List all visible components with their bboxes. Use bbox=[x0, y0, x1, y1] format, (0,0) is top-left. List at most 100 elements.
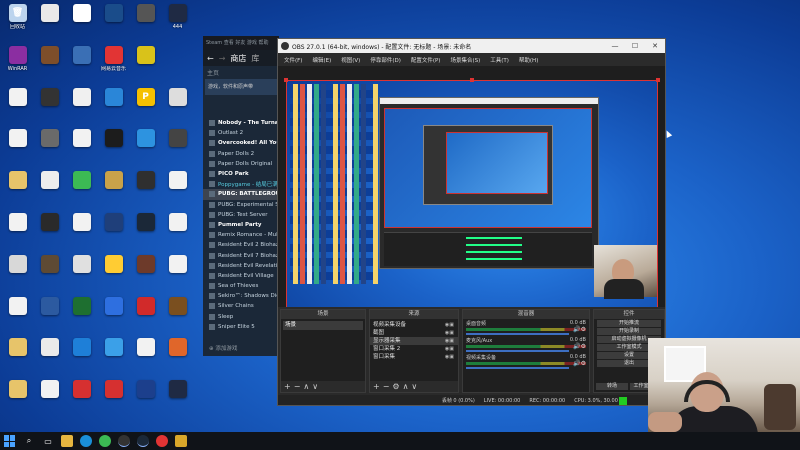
steam-game-item[interactable]: Overcooked! All You Can Eat bbox=[203, 138, 279, 148]
steam-game-item[interactable]: Sea of Thieves bbox=[203, 281, 279, 291]
source-item[interactable]: 窗口采集 2 ◉▣ bbox=[370, 345, 458, 353]
desktop-icon[interactable]: WinRAR bbox=[2, 43, 33, 85]
visibility-lock-icon[interactable]: ◉▣ bbox=[445, 329, 454, 337]
file-explorer-icon[interactable] bbox=[61, 435, 73, 447]
steam-game-item[interactable]: PUBG: Test Server bbox=[203, 210, 279, 220]
steam-game-item[interactable]: Sleep bbox=[203, 312, 279, 322]
desktop-icon[interactable] bbox=[130, 168, 161, 210]
source-item[interactable]: 视频采集设备 ◉▣ bbox=[370, 321, 458, 329]
desktop-icon[interactable] bbox=[2, 335, 33, 377]
obs-menu-item[interactable]: 帮助(H) bbox=[519, 56, 538, 64]
visibility-lock-icon[interactable]: ◉▣ bbox=[445, 345, 454, 353]
desktop-icon[interactable] bbox=[130, 210, 161, 252]
tab-library[interactable]: 库 bbox=[251, 53, 259, 64]
desktop-icon[interactable] bbox=[2, 126, 33, 168]
control-button[interactable]: 开始录制 bbox=[597, 328, 661, 335]
desktop-icon[interactable] bbox=[34, 43, 65, 85]
desktop-icon[interactable] bbox=[98, 168, 129, 210]
obs-menu-item[interactable]: 视图(V) bbox=[341, 56, 360, 64]
netease-music-taskbar-icon[interactable] bbox=[156, 435, 168, 447]
desktop-icon[interactable] bbox=[34, 1, 65, 43]
obs-menu-item[interactable]: 工具(T) bbox=[490, 56, 509, 64]
desktop-icon[interactable] bbox=[130, 43, 161, 85]
scenes-toolbar[interactable]: +−∧∨ bbox=[281, 381, 365, 392]
desktop-icon[interactable] bbox=[162, 335, 193, 377]
desktop-icon[interactable] bbox=[34, 377, 65, 419]
steam-game-item[interactable]: Resident Evil 7 Biohazard bbox=[203, 250, 279, 260]
forward-arrow-icon[interactable]: → bbox=[219, 54, 226, 63]
desktop-icon[interactable] bbox=[98, 335, 129, 377]
desktop-icon[interactable] bbox=[162, 85, 193, 127]
desktop-icon[interactable] bbox=[2, 210, 33, 252]
source-item[interactable]: 窗口采集 ◉▣ bbox=[370, 353, 458, 361]
steam-taskbar-icon[interactable] bbox=[137, 435, 149, 447]
desktop-icon[interactable] bbox=[2, 294, 33, 336]
desktop-icon[interactable] bbox=[2, 252, 33, 294]
steam-game-item[interactable]: Pummel Party bbox=[203, 220, 279, 230]
desktop-icon[interactable]: 网易云音乐 bbox=[98, 43, 129, 85]
steam-game-item[interactable]: Poppygame - 结局已满 bbox=[203, 179, 279, 189]
desktop-icon[interactable] bbox=[98, 377, 129, 419]
desktop-icon[interactable] bbox=[98, 126, 129, 168]
desktop-icon[interactable] bbox=[66, 377, 97, 419]
app-taskbar-icon[interactable] bbox=[175, 435, 187, 447]
desktop-icon[interactable] bbox=[34, 168, 65, 210]
desktop-icon[interactable] bbox=[162, 126, 193, 168]
obs-menu-item[interactable]: 停靠部件(D) bbox=[370, 56, 401, 64]
desktop-icon[interactable] bbox=[66, 335, 97, 377]
desktop-icon[interactable]: 🗑 回收站 bbox=[2, 1, 33, 43]
sources-toolbar[interactable]: +−⚙∧∨ bbox=[370, 381, 458, 392]
desktop-icon[interactable] bbox=[34, 85, 65, 127]
minimize-icon[interactable]: — bbox=[605, 39, 625, 53]
visibility-lock-icon[interactable]: ◉▣ bbox=[445, 337, 454, 345]
add-game-button[interactable]: ⊕ 添加游戏 bbox=[209, 344, 237, 352]
desktop-icon[interactable] bbox=[130, 252, 161, 294]
desktop-icon[interactable] bbox=[98, 85, 129, 127]
steam-game-item[interactable]: Remix Romance - Multiplayer bbox=[203, 230, 279, 240]
search-icon[interactable]: ⌕ bbox=[23, 435, 35, 447]
desktop-icon[interactable] bbox=[2, 168, 33, 210]
obs-preview[interactable] bbox=[278, 66, 665, 329]
desktop-icon[interactable] bbox=[34, 126, 65, 168]
steam-game-item[interactable]: Resident Evil 2 Biohazard bbox=[203, 240, 279, 250]
steam-menu-bar[interactable]: Steam 查看 好友 游戏 帮助 bbox=[203, 36, 279, 50]
volume-slider[interactable] bbox=[466, 333, 570, 335]
visibility-lock-icon[interactable]: ◉▣ bbox=[445, 321, 454, 329]
desktop-icon[interactable] bbox=[34, 294, 65, 336]
scene-item[interactable]: 场景 bbox=[283, 321, 363, 330]
desktop-icon[interactable] bbox=[130, 126, 161, 168]
desktop-icon[interactable] bbox=[34, 210, 65, 252]
desktop-icon[interactable] bbox=[98, 1, 129, 43]
start-button-icon[interactable] bbox=[4, 435, 16, 447]
desktop-icon[interactable] bbox=[66, 294, 97, 336]
desktop-icon[interactable]: P bbox=[130, 85, 161, 127]
tab-store[interactable]: 商店 bbox=[230, 53, 246, 64]
obs-menu-item[interactable]: 编辑(E) bbox=[312, 56, 331, 64]
close-icon[interactable]: ✕ bbox=[645, 39, 665, 53]
steam-game-item[interactable]: Sekiro™: Shadows Die Twice bbox=[203, 291, 279, 301]
obs-window[interactable]: OBS 27.0.1 (64-bit, windows) - 配置文件: 无标题… bbox=[277, 38, 666, 406]
desktop-icon[interactable] bbox=[66, 43, 97, 85]
desktop-icon[interactable] bbox=[130, 1, 161, 43]
steam-game-item[interactable]: Outlast 2 bbox=[203, 128, 279, 138]
steam-filter-dropdown[interactable]: 游戏，软件和原声带 bbox=[205, 79, 277, 95]
steam-game-item[interactable]: Nobody - The Turnaround bbox=[203, 118, 279, 128]
desktop-icon[interactable] bbox=[66, 168, 97, 210]
speaker-icon[interactable]: 🔊⚙ bbox=[573, 326, 586, 333]
maximize-icon[interactable]: ☐ bbox=[625, 39, 645, 53]
desktop-icon[interactable] bbox=[98, 252, 129, 294]
steam-home-link[interactable]: 主页 bbox=[203, 66, 279, 77]
volume-slider[interactable] bbox=[466, 350, 570, 352]
source-item[interactable]: 截图 ◉▣ bbox=[370, 329, 458, 337]
desktop-icon[interactable] bbox=[2, 85, 33, 127]
source-item[interactable]: 显示器采集 ◉▣ bbox=[370, 337, 458, 345]
steam-game-item[interactable]: Silver Chains bbox=[203, 301, 279, 311]
back-arrow-icon[interactable]: ← bbox=[207, 54, 214, 63]
desktop-icon[interactable] bbox=[34, 252, 65, 294]
preview-canvas[interactable] bbox=[286, 80, 658, 318]
desktop-icon[interactable] bbox=[66, 252, 97, 294]
edge-icon[interactable] bbox=[80, 435, 92, 447]
desktop-icon[interactable] bbox=[66, 1, 97, 43]
desktop-icon[interactable] bbox=[162, 210, 193, 252]
desktop-icon[interactable] bbox=[98, 210, 129, 252]
